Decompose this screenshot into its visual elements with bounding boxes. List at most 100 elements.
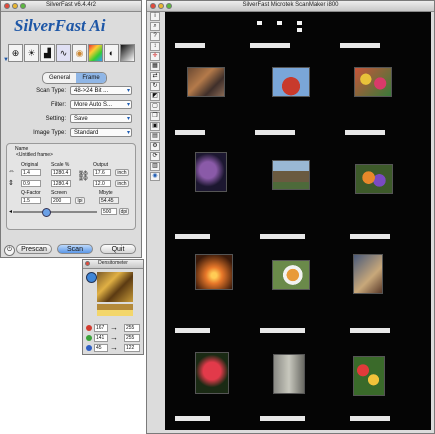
rainbow-icon[interactable] xyxy=(88,44,103,62)
preview-side-toolbar: i ⌕ ? ↕ ✛ ▦ ⇄ ↻ ◩ ▢ ❐ ▣ ▤ ⚙ ⟳ ▥ ◉ xyxy=(150,12,162,198)
densitometer-zoom-icon[interactable] xyxy=(86,272,97,283)
thumbnail-wooden-pier[interactable] xyxy=(353,254,383,294)
sun-icon[interactable]: ☀ xyxy=(24,44,39,62)
output-height-field[interactable]: 12.0 xyxy=(93,180,111,187)
thumbnail-orange-flowers[interactable] xyxy=(355,164,393,194)
filmstrip-preview[interactable] xyxy=(165,12,431,430)
frame-settings-panel: Name <Untitled frame> Original Scale % O… xyxy=(6,143,136,230)
power-icon[interactable]: ⏻ xyxy=(4,245,15,256)
copy-icon[interactable]: ❐ xyxy=(150,112,160,121)
prescan-button[interactable]: Prescan xyxy=(16,244,52,254)
thumbnail-street-scene[interactable] xyxy=(187,67,225,97)
magnifier-icon[interactable]: ⊕ xyxy=(8,44,23,62)
film-edge xyxy=(175,234,210,239)
scale-width-field[interactable]: 1280.4 xyxy=(51,169,71,176)
film-edge xyxy=(175,43,205,48)
film-edge xyxy=(250,43,290,48)
resolution-slider-track[interactable] xyxy=(13,211,97,213)
qfactor-label: Q-Factor xyxy=(21,190,41,196)
expand-icon[interactable]: ↕ xyxy=(150,42,160,51)
scan-type-select[interactable]: 48->24 Bit ... xyxy=(70,86,132,96)
rescan-icon[interactable]: ⟳ xyxy=(150,152,160,161)
densitometer-row-blue: 45 → 122 xyxy=(86,343,142,353)
color-wheel-icon[interactable]: ◉ xyxy=(72,44,87,62)
thumbnail-purple-blossoms[interactable] xyxy=(195,152,227,192)
grid-icon[interactable]: ▦ xyxy=(150,62,160,71)
negative-icon[interactable]: ◩ xyxy=(150,92,160,101)
film-edge xyxy=(350,234,390,239)
sprocket-hole xyxy=(257,21,262,25)
gradation-icon[interactable] xyxy=(120,44,135,62)
tab-general[interactable]: General xyxy=(43,73,76,83)
image-type-label: Image Type: xyxy=(33,130,66,136)
height-unit-select[interactable]: inch xyxy=(115,180,129,187)
film-icon[interactable]: ▥ xyxy=(150,162,160,171)
sprocket-hole xyxy=(297,21,302,25)
original-width-field[interactable]: 1.4 xyxy=(21,169,41,176)
frame-icon[interactable]: ▢ xyxy=(150,102,160,111)
thumbnail-tulips[interactable] xyxy=(353,356,385,396)
scan-button[interactable]: Scan xyxy=(57,244,93,254)
settings-icon[interactable]: ⚙ xyxy=(150,142,160,151)
frame-name-field[interactable]: <Untitled frame> xyxy=(15,152,115,159)
thumbnail-flower-bed[interactable] xyxy=(354,67,392,97)
preview-title: SilverFast Microtek ScanMaker i800 xyxy=(242,2,339,8)
tab-frame[interactable]: Frame xyxy=(76,73,106,83)
red-before-value: 167 xyxy=(94,324,108,332)
film-edge xyxy=(340,43,380,48)
palette-title: SilverFast v6.4.4r2 xyxy=(45,2,97,8)
crosshair-icon[interactable]: ✛ xyxy=(150,52,160,61)
thumbnail-butterfly[interactable] xyxy=(272,260,310,290)
blue-before-value: 45 xyxy=(94,344,108,352)
film-edge xyxy=(260,328,305,333)
scan-type-row: Scan Type: 48->24 Bit ... xyxy=(8,86,136,96)
palette-titlebar[interactable]: SilverFast v6.4.4r2 xyxy=(1,1,141,12)
thumbnail-red-tent[interactable] xyxy=(272,67,310,97)
histogram-icon[interactable]: ▟ xyxy=(40,44,55,62)
curve-icon[interactable]: ∿ xyxy=(56,44,71,62)
film-edge xyxy=(260,234,305,239)
prefs-icon[interactable]: ▤ xyxy=(150,132,160,141)
thumbnail-weathered-building[interactable] xyxy=(273,354,305,394)
filter-label: Filter: xyxy=(51,102,66,108)
blue-after-value: 122 xyxy=(124,344,140,352)
film-edge xyxy=(175,416,210,421)
flip-icon[interactable]: ⇄ xyxy=(150,72,160,81)
densitometer-row-red: 167 → 255 xyxy=(86,323,142,333)
original-height-field[interactable]: 0.9 xyxy=(21,180,41,187)
info-icon[interactable]: i xyxy=(150,12,160,21)
rotate-icon[interactable]: ↻ xyxy=(150,82,160,91)
scale-height-field[interactable]: 1280.4 xyxy=(51,180,71,187)
mbyte-value: 54.45 xyxy=(99,197,119,204)
width-unit-select[interactable]: inch xyxy=(115,169,129,176)
thumbnail-red-lily[interactable] xyxy=(195,352,229,394)
image-type-select[interactable]: Standard xyxy=(70,128,132,138)
resolution-slider-thumb[interactable] xyxy=(42,208,51,217)
image-type-row: Image Type: Standard xyxy=(8,128,136,138)
eye-icon[interactable]: ◉ xyxy=(150,172,160,181)
dust-icon[interactable]: ▣ xyxy=(150,122,160,131)
qfactor-field[interactable]: 1.5 xyxy=(21,197,41,204)
film-edge xyxy=(175,130,205,135)
chain-link-icon[interactable]: ⛓ xyxy=(77,171,90,182)
arrow-icon: → xyxy=(110,343,118,352)
arrow-icon: → xyxy=(110,333,118,342)
resolution-unit-select[interactable]: dpi xyxy=(119,208,129,215)
resolution-field[interactable]: 500 xyxy=(101,208,117,215)
output-width-field[interactable]: 17.6 xyxy=(93,169,111,176)
screen-unit-select[interactable]: lpi xyxy=(75,197,85,204)
densitometer-titlebar[interactable]: Densitometer xyxy=(83,260,143,269)
thumbnail-house[interactable] xyxy=(272,160,310,190)
loupe-icon[interactable]: ⌕ xyxy=(150,22,160,31)
quit-button[interactable]: Quit xyxy=(100,244,136,254)
densitometer-window: Densitometer 167 → 255 141 → 255 45 → 12… xyxy=(82,259,144,355)
thumbnail-sunset-tree[interactable] xyxy=(195,254,233,290)
filter-select[interactable]: More Auto S... xyxy=(70,100,132,110)
slider-min-icon: ◂ xyxy=(9,209,13,215)
screen-field[interactable]: 200 xyxy=(51,197,71,204)
selective-color-icon[interactable]: ◐ xyxy=(104,44,119,62)
help-icon[interactable]: ? xyxy=(150,32,160,41)
preview-titlebar[interactable]: SilverFast Microtek ScanMaker i800 xyxy=(147,1,434,12)
output-label: Output xyxy=(93,162,109,168)
setting-select[interactable]: Save xyxy=(70,114,132,124)
